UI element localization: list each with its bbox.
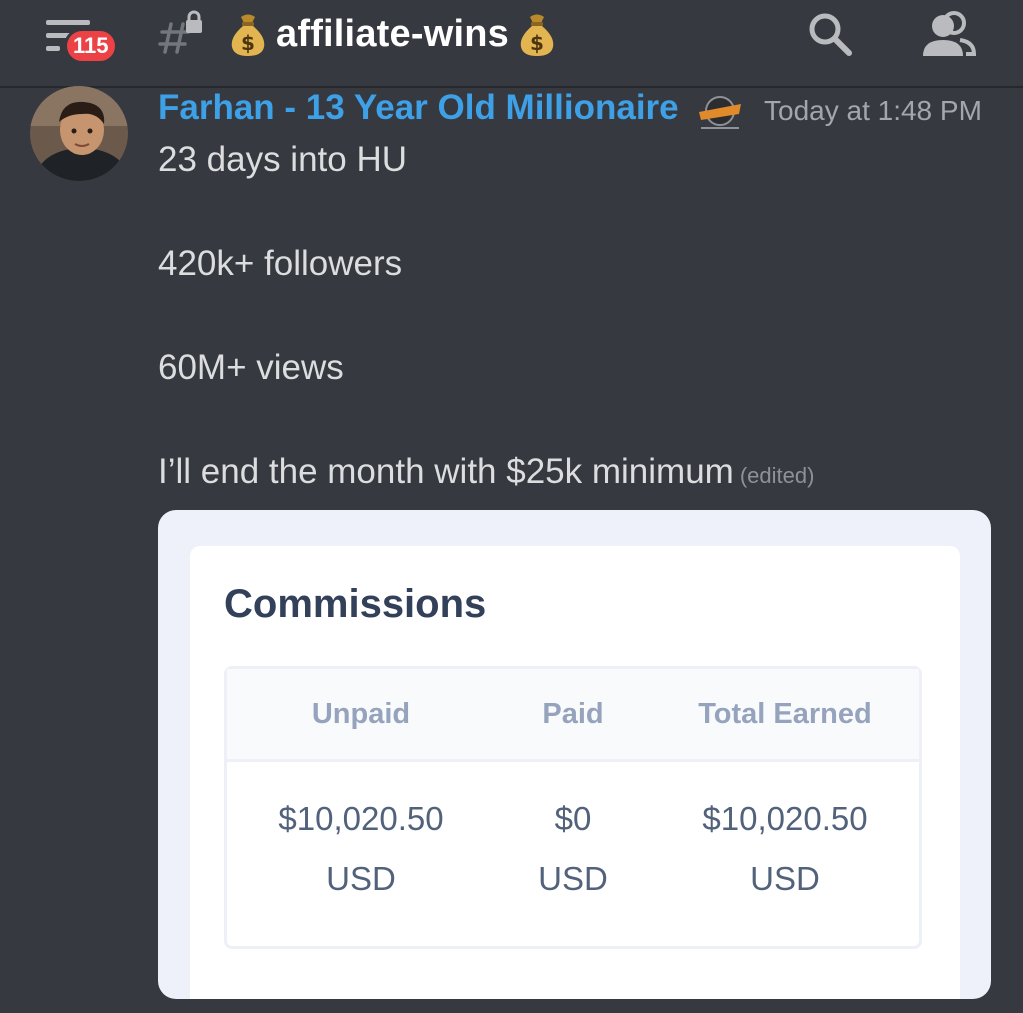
column-header-total-earned: Total Earned <box>698 698 872 730</box>
money-bag-icon: $ <box>520 14 554 56</box>
cell-amount: $0 <box>554 800 592 837</box>
locked-channel-icon <box>158 10 202 54</box>
cell-amount: $10,020.50 <box>278 800 444 837</box>
message-timestamp: Today at 1:48 PM <box>764 95 982 126</box>
cell-amount: $10,020.50 <box>702 800 868 837</box>
message-author[interactable]: Farhan - 13 Year Old Millionaire <box>158 88 679 128</box>
column-header-paid: Paid <box>542 698 604 730</box>
edited-label: (edited) <box>739 463 815 488</box>
table-header: Unpaid Paid Total Earned <box>227 669 919 762</box>
user-badge-icon <box>699 96 741 129</box>
message-line: 23 days into HU <box>158 140 408 179</box>
table-cell-unpaid: $10,020.50 USD <box>251 789 471 909</box>
message-line-text: I’ll end the month with $25k minimum <box>158 452 734 491</box>
svg-text:$: $ <box>530 31 544 55</box>
channel-name: affiliate-wins <box>276 12 509 55</box>
commissions-panel: Commissions Unpaid Paid Total Earned $10… <box>190 546 960 999</box>
cell-currency: USD <box>538 860 608 897</box>
table-cell-total-earned: $10,020.50 USD <box>675 789 895 909</box>
avatar-photo <box>30 86 128 181</box>
search-icon[interactable] <box>806 10 854 58</box>
svg-text:$: $ <box>241 31 255 55</box>
message-line: 60M+ views <box>158 348 344 387</box>
cell-currency: USD <box>326 860 396 897</box>
avatar[interactable] <box>30 86 128 181</box>
column-header-unpaid: Unpaid <box>311 698 411 730</box>
cell-currency: USD <box>750 860 820 897</box>
message-line: 420k+ followers <box>158 244 403 283</box>
notification-badge: 115 <box>64 28 118 64</box>
menu-button[interactable]: 115 <box>44 14 126 70</box>
commissions-table: Unpaid Paid Total Earned $10,020.50 USD … <box>224 666 922 949</box>
panel-title: Commissions <box>224 582 487 626</box>
channel-header: 115 $ affiliate-wins $ <box>0 0 1023 88</box>
members-icon[interactable] <box>920 10 976 58</box>
money-bag-icon: $ <box>231 14 265 56</box>
table-cell-paid: $0 USD <box>463 789 683 909</box>
image-attachment[interactable]: Commissions Unpaid Paid Total Earned $10… <box>158 510 991 999</box>
channel-title: $ affiliate-wins $ <box>228 6 557 62</box>
message-line-last: I’ll end the month with $25k minimum (edi… <box>158 452 814 492</box>
